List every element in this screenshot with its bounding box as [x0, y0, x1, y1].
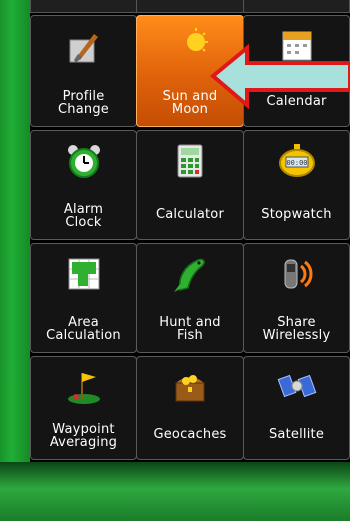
- svg-text:00:00: 00:00: [286, 159, 307, 167]
- share-wireless-icon: [284, 259, 312, 289]
- tile-geocaches[interactable]: Geocaches: [136, 356, 244, 460]
- paintbrush-icon: [69, 34, 98, 63]
- tile-profile-change[interactable]: Profile Change: [30, 15, 137, 127]
- tile-label: Area Calculation: [46, 315, 121, 343]
- partial-tile-top-3[interactable]: [243, 0, 350, 13]
- left-border-strip: [0, 0, 30, 521]
- treasure-chest-icon: [175, 375, 205, 402]
- tile-label: Stopwatch: [261, 207, 332, 222]
- satellite-icon: [277, 374, 316, 398]
- tile-waypoint-averaging[interactable]: Waypoint Averaging: [30, 356, 137, 460]
- tile-label: Waypoint Averaging: [49, 422, 118, 450]
- calculator-icon: [177, 144, 203, 178]
- tile-area-calculation[interactable]: Area Calculation: [30, 243, 137, 353]
- tile-calculator[interactable]: Calculator: [136, 130, 244, 240]
- fish-icon: [174, 258, 205, 292]
- tile-label: Satellite: [268, 427, 325, 442]
- tile-satellite[interactable]: Satellite: [243, 356, 350, 460]
- sun-moon-icon: [179, 28, 208, 57]
- tile-label: Profile Change: [58, 89, 109, 117]
- tile-stopwatch[interactable]: 00:00 Stopwatch: [243, 130, 350, 240]
- tile-alarm-clock[interactable]: Alarm Clock: [30, 130, 137, 240]
- tile-label: Alarm Clock: [63, 202, 104, 230]
- tile-share-wirelessly[interactable]: Share Wirelessly: [243, 243, 350, 353]
- tile-label: Share Wirelessly: [262, 315, 331, 343]
- alarm-clock-icon: [67, 145, 100, 178]
- tile-hunt-and-fish[interactable]: Hunt and Fish: [136, 243, 244, 353]
- waypoint-flag-icon: [67, 373, 100, 404]
- tile-label: Geocaches: [153, 427, 227, 442]
- area-calculation-icon: [68, 258, 99, 290]
- stopwatch-icon: 00:00: [278, 144, 315, 177]
- tile-label: Hunt and Fish: [159, 315, 221, 343]
- bottom-status-bar: [0, 462, 350, 521]
- arrow-left-icon: [209, 44, 350, 109]
- partial-tile-top-1[interactable]: [30, 0, 137, 13]
- tile-label: Calculator: [155, 207, 224, 222]
- partial-tile-top-2[interactable]: [136, 0, 244, 13]
